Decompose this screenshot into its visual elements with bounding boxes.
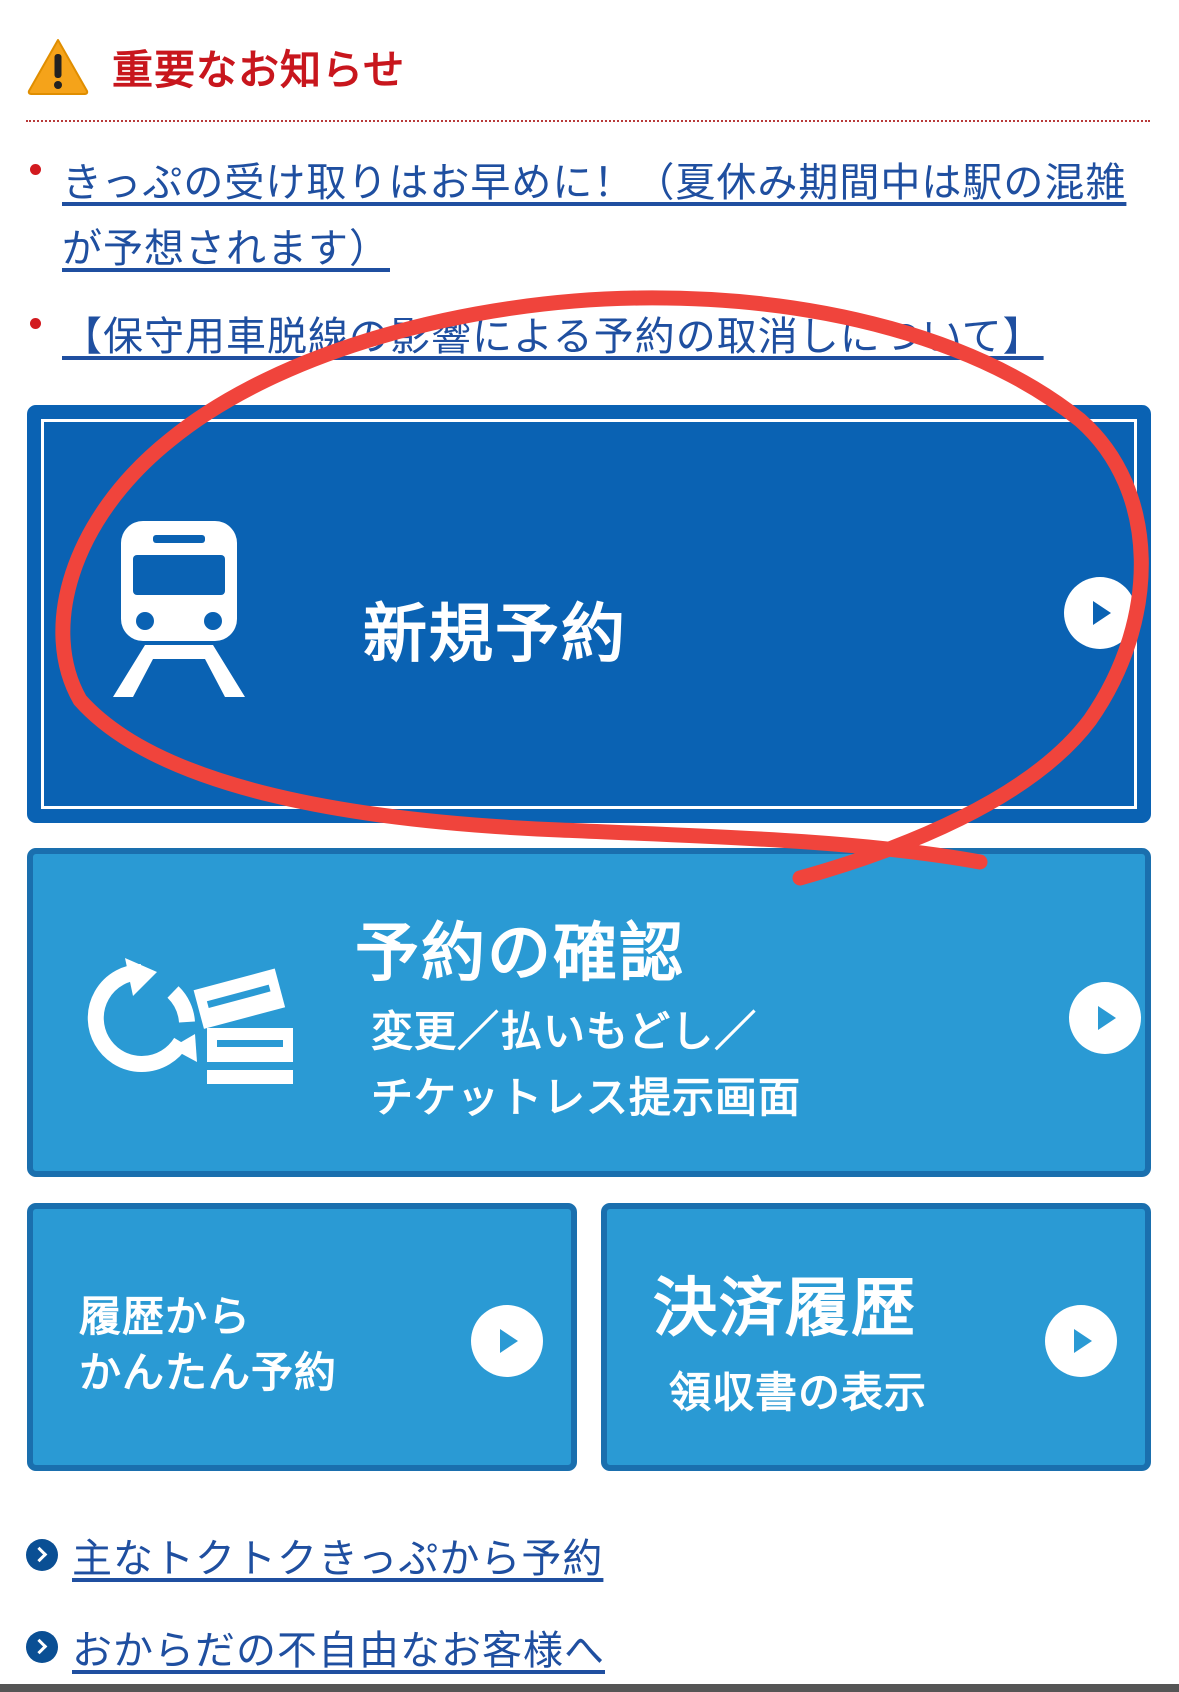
- new-reservation-label: 新規予約: [363, 598, 627, 672]
- divider: [26, 120, 1150, 122]
- footer-link-text: 主なトクトクきっぷから予約: [72, 1536, 604, 1582]
- new-reservation-button[interactable]: 新規予約: [27, 405, 1151, 823]
- notice-link-ticket-pickup[interactable]: きっぷの受け取りはお早めに！（夏休み期間中は駅の混雑が予想されます）: [62, 160, 1126, 272]
- bullet-icon: [30, 164, 41, 175]
- confirm-subtitle: 変更／払いもどし／ チケットレス提示画面: [371, 999, 801, 1131]
- chevron-right-icon: [26, 1539, 58, 1571]
- history-label-line1: 履歴から: [79, 1292, 252, 1341]
- bullet-icon: [30, 318, 41, 329]
- refresh-tickets-icon: [87, 958, 293, 1084]
- train-icon: [113, 521, 245, 697]
- footer-link-accessibility[interactable]: おからだの不自由なお客様へ: [26, 1618, 605, 1676]
- payment-title: 決済履歴: [653, 1272, 917, 1346]
- payment-history-button[interactable]: 決済履歴 領収書の表示: [601, 1203, 1151, 1471]
- notice-item: きっぷの受け取りはお早めに！（夏休み期間中は駅の混雑が予想されます）: [26, 150, 1156, 282]
- history-label-line2: かんたん予約: [79, 1348, 338, 1397]
- confirm-sub-line2: チケットレス提示画面: [371, 1073, 802, 1122]
- play-icon: [1064, 577, 1136, 649]
- bottom-edge: [0, 1684, 1179, 1692]
- chevron-right-icon: [26, 1631, 58, 1663]
- footer-link-discount-tickets[interactable]: 主なトクトクきっぷから予約: [26, 1526, 603, 1584]
- notice-header: 重要なお知らせ: [26, 36, 405, 96]
- payment-subtitle: 領収書の表示: [669, 1368, 928, 1417]
- history-quick-reservation-button[interactable]: 履歴から かんたん予約: [27, 1203, 577, 1471]
- notice-title: 重要なお知らせ: [112, 46, 406, 94]
- confirm-sub-line1: 変更／払いもどし／: [371, 1007, 758, 1056]
- notice-link-derailment-cancel[interactable]: 【保守用車脱線の影響による予約の取消しについて】: [62, 314, 1044, 360]
- history-label: 履歴から かんたん予約: [79, 1289, 337, 1401]
- warning-icon: [27, 39, 89, 95]
- play-icon: [1069, 982, 1141, 1054]
- notice-list: きっぷの受け取りはお早めに！（夏休み期間中は駅の混雑が予想されます） 【保守用車…: [26, 150, 1156, 392]
- reservation-confirm-button[interactable]: 予約の確認 変更／払いもどし／ チケットレス提示画面: [27, 848, 1151, 1177]
- footer-link-text: おからだの不自由なお客様へ: [72, 1628, 605, 1674]
- play-icon: [1045, 1305, 1117, 1377]
- confirm-title: 予約の確認: [355, 917, 685, 991]
- notice-item: 【保守用車脱線の影響による予約の取消しについて】: [26, 304, 1156, 370]
- play-icon: [471, 1305, 543, 1377]
